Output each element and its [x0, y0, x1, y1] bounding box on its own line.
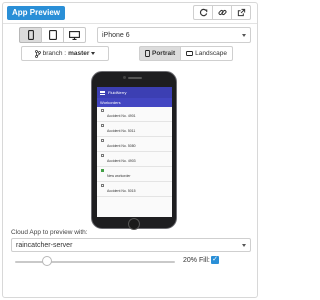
link-button[interactable] — [212, 5, 232, 20]
zoom-readout: 20% Fill: — [183, 257, 210, 264]
device-select-value: iPhone 6 — [102, 31, 130, 39]
list-item-label: Accident No. 5080 — [107, 144, 136, 148]
checked-icon — [101, 169, 104, 172]
portrait-button[interactable]: Portrait — [139, 46, 182, 61]
header-toolbar — [193, 5, 251, 20]
list-item[interactable]: Accident No. 5015 — [97, 182, 172, 197]
checkbox-icon — [101, 184, 104, 187]
zoom-slider-handle[interactable] — [42, 256, 52, 266]
landscape-label: Landscape — [195, 50, 227, 57]
cloud-app-value: raincatcher-server — [16, 241, 73, 249]
caret-down-icon — [91, 52, 96, 55]
preview-app-bar: FluidNerry — [97, 87, 172, 98]
hamburger-menu-icon — [100, 90, 105, 95]
chevron-down-icon — [242, 34, 246, 37]
app-preview-screen[interactable]: FluidNerry Workorders Accident No. 4901 A… — [97, 87, 172, 217]
landscape-button[interactable]: Landscape — [180, 46, 233, 61]
camera-icon — [123, 76, 126, 79]
external-link-icon — [237, 8, 245, 17]
list-item-label: Accident No. 4903 — [107, 159, 136, 163]
list-item-label: Accident No. 5011 — [107, 129, 136, 133]
zoom-percent: 20% — [183, 257, 198, 264]
branch-value: master — [68, 50, 90, 57]
preview-app-title: FluidNerry — [108, 90, 127, 95]
checkbox-icon — [101, 124, 104, 127]
portrait-icon — [145, 50, 150, 57]
branch-icon — [34, 49, 41, 58]
phone-icon — [27, 30, 34, 40]
refresh-button[interactable] — [193, 5, 213, 20]
list-item[interactable]: Accident No. 4901 — [97, 107, 172, 122]
branch-dropdown[interactable]: branch : master — [21, 46, 109, 61]
cloud-app-select[interactable]: raincatcher-server — [11, 238, 251, 252]
tablet-icon — [48, 30, 57, 40]
preview-list: Accident No. 4901 Accident No. 5011 Accide… — [97, 107, 172, 197]
refresh-icon — [199, 8, 207, 17]
list-item-label: Accident No. 4901 — [107, 114, 136, 118]
device-tablet-button[interactable] — [41, 27, 64, 43]
device-frame: FluidNerry Workorders Accident No. 4901 A… — [91, 71, 177, 230]
list-item[interactable]: Accident No. 5080 — [97, 137, 172, 152]
preview-subtitle: Workorders — [100, 100, 121, 105]
desktop-icon — [69, 30, 80, 40]
list-item-label: Accident No. 5015 — [107, 189, 136, 193]
checkbox-icon — [101, 154, 104, 157]
link-icon — [217, 10, 227, 15]
orientation-toggle: Portrait Landscape — [139, 46, 233, 61]
zoom-slider-track[interactable] — [15, 261, 175, 263]
panel-title: App Preview — [7, 6, 66, 20]
device-select[interactable]: iPhone 6 — [97, 27, 251, 43]
fill-label: Fill: — [198, 257, 210, 264]
list-item[interactable]: Accident No. 4903 — [97, 152, 172, 167]
chevron-down-icon — [242, 244, 246, 247]
checkbox-icon — [101, 109, 104, 112]
fill-checkbox[interactable]: ✓ — [211, 256, 219, 264]
home-button — [128, 218, 140, 230]
branch-prefix: branch : — [42, 50, 67, 57]
portrait-label: Portrait — [152, 50, 176, 57]
list-item[interactable]: Accident No. 5011 — [97, 122, 172, 137]
checkbox-icon — [101, 139, 104, 142]
device-phone-button[interactable] — [19, 27, 42, 43]
device-type-group — [19, 27, 86, 43]
list-item-label: New workorder — [107, 174, 131, 178]
header-divider — [3, 23, 257, 24]
cloud-app-label: Cloud App to preview with: — [11, 229, 88, 236]
speaker-grille — [128, 77, 142, 79]
app-preview-panel: App Preview iPhone 6 branch : master Por… — [2, 2, 258, 298]
device-desktop-button[interactable] — [63, 27, 86, 43]
preview-subheader: Workorders — [97, 98, 172, 107]
landscape-icon — [186, 51, 194, 56]
list-item[interactable]: New workorder — [97, 167, 172, 182]
open-external-button[interactable] — [231, 5, 251, 20]
